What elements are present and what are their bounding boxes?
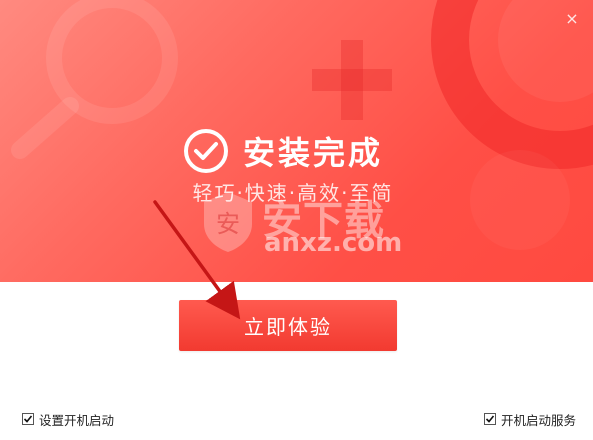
close-icon: ×	[565, 9, 579, 28]
page-title: 安装完成	[243, 134, 384, 172]
auto-start-label: 设置开机启动	[39, 412, 115, 428]
check-circle-icon	[184, 129, 228, 173]
auto-start-checkbox[interactable]	[22, 413, 34, 425]
checkmark-icon	[23, 415, 33, 423]
installer-window: × 安装完成 轻巧·快速·高效·至简 安 安下载 anxz.com 立即体验 设…	[0, 0, 593, 440]
auto-start-service-checkbox[interactable]	[484, 413, 496, 425]
shield-icon: 安	[204, 192, 252, 252]
watermark-badge-text: 安	[216, 210, 240, 238]
auto-start-option[interactable]: 设置开机启动	[22, 411, 115, 428]
watermark-logo: 安 安下载 anxz.com	[200, 188, 410, 268]
auto-start-service-option[interactable]: 开机启动服务	[484, 411, 577, 428]
header-banner: × 安装完成 轻巧·快速·高效·至简 安 安下载 anxz.com	[0, 0, 593, 282]
completion-title: 安装完成	[183, 126, 383, 176]
start-experience-button[interactable]: 立即体验	[179, 300, 397, 351]
close-button[interactable]: ×	[563, 10, 581, 28]
auto-start-service-label: 开机启动服务	[501, 412, 577, 428]
checkmark-icon	[485, 415, 495, 423]
watermark-text-en: anxz.com	[264, 228, 403, 258]
